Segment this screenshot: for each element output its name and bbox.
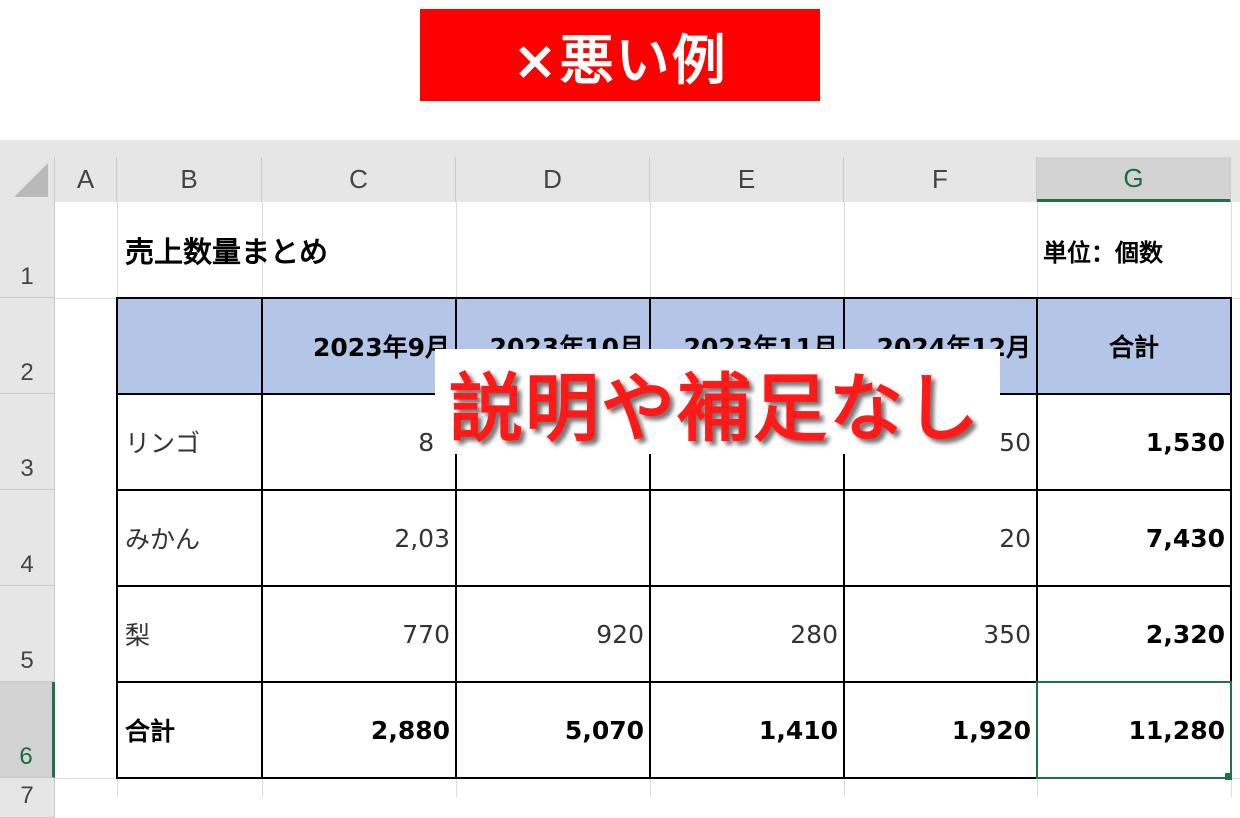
data-cell[interactable]: 350 <box>844 586 1037 682</box>
unit-label[interactable]: 単位：個数 <box>1037 202 1231 298</box>
row-label[interactable]: 梨 <box>117 586 262 682</box>
row-label[interactable]: みかん <box>117 490 262 586</box>
select-all-icon <box>14 163 48 197</box>
row-header-2[interactable]: 2 <box>0 298 55 394</box>
spreadsheet: A B C D E F G 1 2 3 4 5 6 7 売上数量まとめ 単位：個… <box>0 140 1240 818</box>
table-border <box>116 297 1232 299</box>
row-header-3[interactable]: 3 <box>0 394 55 490</box>
row-header-7[interactable]: 7 <box>0 778 55 818</box>
row-total-cell[interactable]: 7,430 <box>1037 490 1231 586</box>
column-total-cell[interactable]: 1,920 <box>844 682 1037 778</box>
header-cell[interactable]: 合計 <box>1037 298 1231 394</box>
table-border <box>116 585 1232 587</box>
sheet-title[interactable]: 売上数量まとめ <box>117 202 456 298</box>
bad-example-banner: ×悪い例 <box>420 9 820 101</box>
data-cell[interactable]: 2,03 <box>262 490 456 586</box>
column-total-cell[interactable]: 2,880 <box>262 682 456 778</box>
column-header-c[interactable]: C <box>262 157 456 202</box>
column-header-g[interactable]: G <box>1037 157 1231 202</box>
row-header-6[interactable]: 6 <box>0 682 55 778</box>
row-label[interactable]: リンゴ <box>117 394 262 490</box>
row-header-5[interactable]: 5 <box>0 586 55 682</box>
data-cell[interactable]: 20 <box>844 490 1037 586</box>
data-cell[interactable]: 280 <box>650 586 844 682</box>
column-header-b[interactable]: B <box>117 157 262 202</box>
table-border <box>116 489 1232 491</box>
column-header-f[interactable]: F <box>844 157 1037 202</box>
column-header-e[interactable]: E <box>650 157 844 202</box>
row-total-cell[interactable]: 2,320 <box>1037 586 1231 682</box>
row-total-cell[interactable]: 1,530 <box>1037 394 1231 490</box>
header-cell[interactable]: 2023年9月 <box>262 298 456 394</box>
select-all-corner[interactable] <box>0 157 55 202</box>
column-header-a[interactable]: A <box>55 157 117 202</box>
data-cell[interactable] <box>650 490 844 586</box>
fill-handle[interactable] <box>1225 773 1232 780</box>
totals-label[interactable]: 合計 <box>117 682 262 778</box>
column-header-d[interactable]: D <box>456 157 650 202</box>
row-header-4[interactable]: 4 <box>0 490 55 586</box>
data-cell[interactable] <box>456 490 650 586</box>
table-border <box>116 297 118 779</box>
annotation-callout: 説明や補足なし <box>449 365 981 452</box>
data-cell[interactable]: 80 <box>262 394 456 490</box>
data-cell[interactable]: 920 <box>456 586 650 682</box>
active-cell-selection[interactable] <box>1036 681 1232 779</box>
column-total-cell[interactable]: 5,070 <box>456 682 650 778</box>
column-total-cell[interactable]: 1,410 <box>650 682 844 778</box>
row-header-1[interactable]: 1 <box>0 202 55 298</box>
table-border <box>261 297 263 779</box>
data-cell[interactable]: 770 <box>262 586 456 682</box>
